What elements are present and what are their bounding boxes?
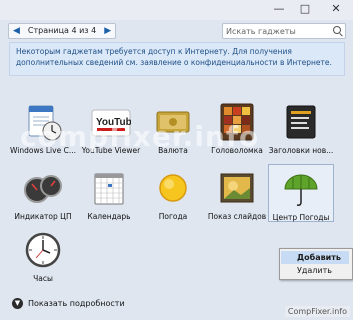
close-icon[interactable]: ✕ [322, 0, 350, 18]
gadget-cpu-meter[interactable]: Индикатор ЦП [10, 168, 76, 221]
gadget-weather-center[interactable]: Центр Погоды [268, 164, 334, 222]
gadget-label: Погода [158, 212, 188, 221]
news-headlines-icon [281, 102, 321, 142]
gadget-clock[interactable]: Часы [10, 230, 76, 283]
weather-center-umbrella-icon [281, 169, 321, 209]
title-bar: — □ ✕ [0, 0, 353, 20]
maximize-icon[interactable]: □ [294, 0, 316, 18]
context-menu-remove[interactable]: Удалить [281, 264, 349, 277]
watermark-text: compfixer.info [20, 120, 260, 153]
minimize-icon[interactable]: — [268, 0, 290, 18]
chevron-down-circle-icon[interactable]: ▼ [12, 298, 23, 309]
show-details-toggle[interactable]: ▼ Показать подробности [12, 298, 125, 309]
page-pager: ◀ Страница 4 из 4 ▶ [8, 23, 117, 39]
gadget-label: Календарь [87, 212, 131, 221]
gadget-weather[interactable]: Погода [140, 168, 206, 221]
calendar-icon [89, 168, 129, 208]
search-box[interactable] [222, 23, 346, 39]
slideshow-icon [217, 168, 257, 208]
gadget-label: Центр Погоды [272, 213, 330, 222]
chevron-right-icon[interactable]: ▶ [100, 24, 115, 38]
gadget-label: Индикатор ЦП [14, 212, 72, 221]
weather-sun-icon [153, 168, 193, 208]
gallery-nav: ◀ Страница 4 из 4 ▶ [6, 22, 348, 39]
gadget-gallery-window: — □ ✕ ◀ Страница 4 из 4 ▶ Некоторым гадж… [0, 0, 353, 320]
gadget-slideshow[interactable]: Показ слайдов [204, 168, 270, 221]
watermark-corner-label: CompFixer.info [284, 306, 350, 317]
search-input[interactable] [226, 24, 322, 38]
show-details-label[interactable]: Показать подробности [28, 299, 125, 308]
gadget-label: Показ слайдов [207, 212, 267, 221]
search-icon[interactable] [333, 26, 341, 34]
context-menu-add[interactable]: Добавить [281, 251, 349, 264]
context-menu: Добавить Удалить [279, 248, 353, 280]
internet-notice[interactable]: Некоторым гаджетам требуется доступ к Ин… [9, 42, 345, 76]
clock-icon [23, 230, 63, 270]
chevron-left-icon[interactable]: ◀ [9, 24, 24, 38]
cpu-meter-icon [23, 168, 63, 208]
page-label: Страница 4 из 4 [27, 26, 97, 35]
gadget-label: Заголовки нов... [268, 146, 334, 155]
notice-text[interactable]: Некоторым гаджетам требуется доступ к Ин… [16, 47, 332, 67]
gadget-calendar[interactable]: Календарь [76, 168, 142, 221]
gadget-news-headlines[interactable]: Заголовки нов... [268, 102, 334, 155]
gadget-label: Часы [33, 274, 53, 283]
